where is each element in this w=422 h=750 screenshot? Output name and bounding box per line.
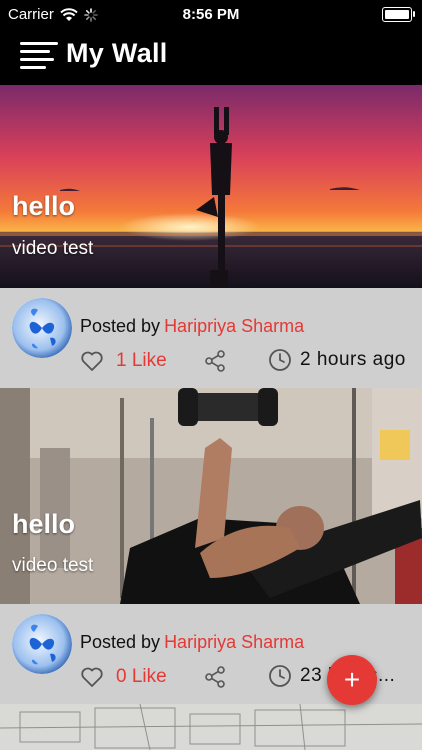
share-icon[interactable] bbox=[204, 666, 226, 688]
post-time: 2 hours ago bbox=[300, 349, 406, 370]
page-title: My Wall bbox=[66, 38, 168, 68]
post-title: hello bbox=[12, 191, 76, 221]
like-count[interactable]: 0 Like bbox=[116, 666, 167, 688]
post-meta: Posted by Haripriya Sharma 1 Like 2 hours… bbox=[0, 288, 422, 388]
heart-icon[interactable] bbox=[80, 350, 104, 372]
share-icon[interactable] bbox=[204, 350, 226, 372]
posted-by-label: Posted by bbox=[80, 316, 161, 336]
butterfly-avatar-icon bbox=[12, 298, 72, 358]
status-bar: Carrier 8:56 PM bbox=[0, 0, 422, 30]
post-subtitle: video test bbox=[12, 238, 94, 259]
avatar[interactable] bbox=[12, 614, 72, 674]
avatar[interactable] bbox=[12, 298, 72, 358]
heart-icon[interactable] bbox=[80, 666, 104, 688]
post-image[interactable] bbox=[0, 704, 422, 750]
nav-bar: My Wall bbox=[0, 30, 422, 85]
clock-icon bbox=[269, 349, 291, 371]
post-image[interactable]: hello video test bbox=[0, 388, 422, 604]
author-link[interactable]: Haripriya Sharma bbox=[164, 316, 304, 336]
post-subtitle: video test bbox=[12, 555, 94, 576]
posted-by-label: Posted by bbox=[80, 632, 161, 652]
post-title: hello bbox=[12, 509, 76, 539]
posted-by-line: Posted by Haripriya Sharma bbox=[80, 632, 304, 653]
clock-icon bbox=[269, 665, 291, 687]
post-image[interactable]: hello video test bbox=[0, 85, 422, 288]
add-post-button[interactable]: + bbox=[327, 655, 377, 705]
status-time: 8:56 PM bbox=[182, 6, 240, 23]
hamburger-icon[interactable] bbox=[20, 40, 58, 72]
map-sketch-photo bbox=[0, 704, 422, 750]
plus-icon: + bbox=[343, 664, 361, 695]
battery-icon bbox=[382, 7, 415, 22]
author-link[interactable]: Haripriya Sharma bbox=[164, 632, 304, 652]
posted-by-line: Posted by Haripriya Sharma bbox=[80, 316, 304, 337]
like-count[interactable]: 1 Like bbox=[116, 350, 167, 372]
butterfly-avatar-icon bbox=[12, 614, 72, 674]
